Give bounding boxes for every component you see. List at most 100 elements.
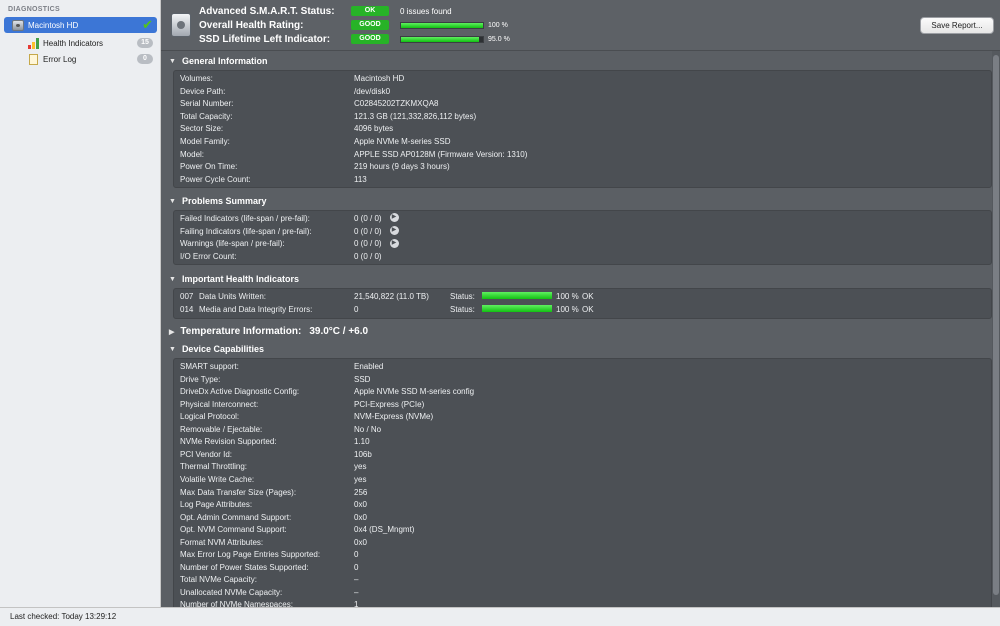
health-indicators-section-header[interactable]: ▼ Important Health Indicators [169,274,299,284]
row-value: 0x0 [354,500,367,510]
row-key: Number of NVMe Namespaces: [180,600,293,607]
indicator-state: OK [582,292,594,301]
problems-panel: Failed Indicators (life-span / pre-fail)… [173,210,992,265]
health-indicator-row[interactable]: 007 Data Units Written: 21,540,822 (11.0 T… [180,291,594,303]
sidebar-item-health-indicators[interactable]: Health Indicators 15 [4,35,157,51]
section-title: Problems Summary [181,196,267,206]
row-key: Power On Time: [180,162,238,172]
sidebar-item-macintosh-hd[interactable]: Macintosh HD ✔ [4,17,157,33]
row-key: Failing Indicators (life-span / pre-fail… [180,226,312,236]
disclosure-down-icon[interactable]: ▼ [169,276,176,283]
info-row: SMART support: Enabled [180,361,383,373]
indicator-progress-bar [482,292,552,300]
details-pane[interactable]: ▼ General Information Volumes: Macintosh … [161,51,1000,607]
info-row: Number of NVMe Namespaces: 1 [180,599,358,607]
disclosure-down-icon[interactable]: ▼ [169,346,176,353]
row-key: Opt. Admin Command Support: [180,512,292,522]
indicator-id: 007 [180,292,194,301]
show-details-arrow-icon[interactable]: ▶ [389,213,399,223]
status-header: Advanced S.M.A.R.T. Status: OK 0 issues … [161,0,1000,51]
health-indicators-panel: 007 Data Units Written: 21,540,822 (11.0 T… [173,288,992,319]
info-row: Serial Number: C02845202TZKMXQA8 [180,98,439,110]
indicator-value: 21,540,822 (11.0 TB) [354,292,429,301]
row-value: 0 (0 / 0) [354,214,382,223]
health-percent: 100 % [488,21,508,29]
info-row: Power On Time: 219 hours (9 days 3 hours) [180,161,450,173]
bar-chart-icon [28,37,39,49]
status-badge: OK [351,6,389,16]
row-value: – [354,587,359,597]
disclosure-right-icon[interactable]: ▶ [169,328,174,336]
info-row: Number of Power States Supported: 0 [180,562,358,574]
info-row: Device Path: /dev/disk0 [180,86,390,98]
health-progress-bar [400,21,484,29]
indicator-name: Data Units Written: [199,292,266,301]
hard-disk-icon [171,13,191,37]
row-key: Total Capacity: [180,111,233,121]
disclosure-down-icon[interactable]: ▼ [169,198,176,205]
row-key: Removable / Ejectable: [180,424,263,434]
lifetime-percent: 95.0 % [488,35,510,43]
progress-fill [401,36,479,42]
temperature-section-header[interactable]: ▶ Temperature Information: 39.0°C / +6.0 [169,326,368,337]
row-value: 0 [354,550,359,560]
row-value: Apple NVMe M-series SSD [354,137,451,146]
general-info-section-header[interactable]: ▼ General Information [169,56,267,66]
temperature-value: 39.0°C / +6.0 [309,326,369,337]
row-value: yes [354,474,367,484]
row-value: 0 (0 / 0) [354,239,382,249]
row-value: 1.10 [354,437,370,447]
row-key: Physical Interconnect: [180,399,259,409]
last-checked-text: Last checked: Today 13:29:12 [10,612,117,621]
row-value: 0 (0 / 0) [354,251,382,261]
row-value: SSD [354,374,371,384]
status-bar: Last checked: Today 13:29:12 [0,607,1000,626]
info-row: Drive Type: SSD [180,374,370,386]
info-row: Unallocated NVMe Capacity: – [180,587,358,599]
row-value: 4096 bytes [354,124,394,134]
row-key: PCI Vendor Id: [180,449,233,459]
info-row: Log Page Attributes: 0x0 [180,499,367,511]
row-value: 0x0 [354,537,367,547]
scroll-thumb[interactable] [993,55,999,595]
capabilities-section-header[interactable]: ▼ Device Capabilities [169,344,264,354]
row-value: 121.3 GB (121,332,826,112 bytes) [354,111,477,121]
row-key: Log Page Attributes: [180,500,253,510]
info-row: Total Capacity: 121.3 GB (121,332,826,112… [180,111,476,123]
problems-section-header[interactable]: ▼ Problems Summary [169,196,266,206]
sidebar-item-error-log[interactable]: Error Log 0 [4,51,157,67]
count-badge: 0 [137,54,153,64]
indicator-id: 014 [180,304,194,314]
show-details-arrow-icon[interactable]: ▶ [389,238,399,248]
row-value: APPLE SSD AP0128M (Firmware Version: 131… [354,149,528,159]
info-row: Opt. Admin Command Support: 0x0 [180,512,367,524]
section-title: Device Capabilities [181,344,264,354]
show-details-arrow-icon[interactable]: ▶ [389,225,399,235]
row-key: Max Error Log Page Entries Supported: [180,550,321,560]
disclosure-down-icon[interactable]: ▼ [169,58,176,65]
info-row: Removable / Ejectable: No / No [180,424,381,436]
progress-fill [482,292,552,300]
row-value: yes [354,462,367,472]
row-key: SMART support: [180,362,239,371]
status-label: Status: [450,292,475,301]
issues-text: 0 issues found [400,6,452,16]
indicator-state: OK [582,304,594,314]
health-indicator-row[interactable]: 014 Media and Data Integrity Errors: 0 Stat… [180,304,594,316]
row-key: Unallocated NVMe Capacity: [180,587,283,597]
row-value: 106b [354,449,372,459]
vertical-scrollbar[interactable] [992,51,1000,607]
info-row: Opt. NVM Command Support: 0x4 (DS_Mngmt) [180,524,414,536]
row-key: Failed Indicators (life-span / pre-fail)… [180,214,310,223]
row-key: DriveDx Active Diagnostic Config: [180,387,300,397]
info-row: I/O Error Count: 0 (0 / 0) [180,251,382,263]
row-key: Opt. NVM Command Support: [180,525,287,535]
sidebar-header: DIAGNOSTICS [8,6,60,13]
smart-status-row: Advanced S.M.A.R.T. Status: OK 0 issues … [199,4,452,18]
general-info-panel: Volumes: Macintosh HD Device Path: /dev/dis… [173,70,992,188]
row-value: 0x0 [354,512,367,522]
status-badge: GOOD [351,34,389,44]
info-row: Max Error Log Page Entries Supported: 0 [180,549,358,561]
row-value: 0x4 (DS_Mngmt) [354,525,415,535]
save-report-button[interactable]: Save Report... [920,17,994,34]
